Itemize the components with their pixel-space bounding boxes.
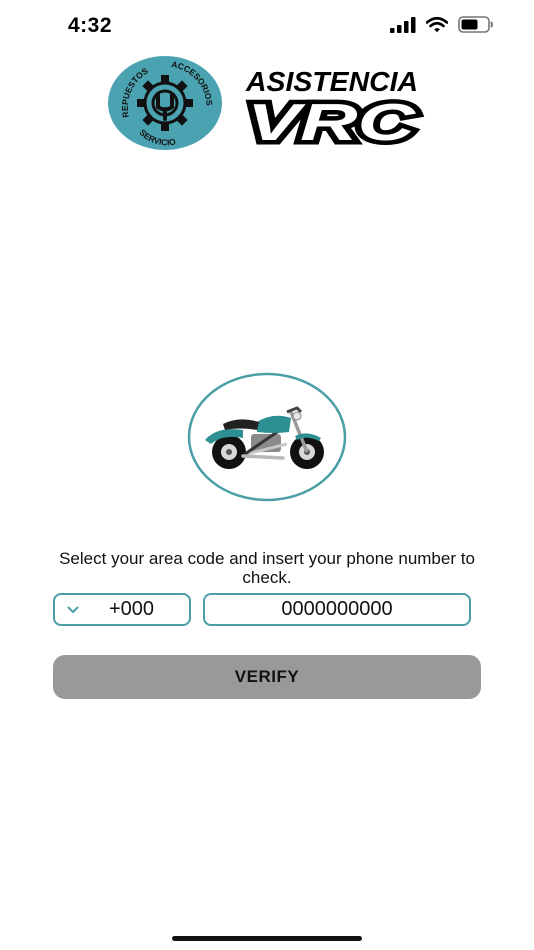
brand-badge-logo: REPUESTOS ACCESORIOS SERVICIO (108, 56, 222, 150)
phone-check-prompt: Select your area code and insert your ph… (59, 549, 475, 587)
motorcycle-hero (187, 372, 347, 502)
battery-icon (458, 16, 493, 33)
chevron-down-icon (55, 606, 91, 614)
status-icons (390, 16, 494, 33)
area-code-value: +000 (109, 598, 155, 620)
status-time: 4:32 (68, 14, 113, 37)
wordmark-top: ASISTENCIA (245, 66, 418, 97)
asistencia-vrc-wordmark: ASISTENCIA VRC (243, 66, 422, 148)
home-indicator (172, 936, 362, 941)
logo-header: REPUESTOS ACCESORIOS SERVICIO ASISTENCIA… (0, 52, 534, 152)
cellular-signal-icon (390, 16, 416, 33)
wordmark-bottom: VRC (247, 94, 417, 148)
wifi-icon (426, 16, 448, 32)
area-code-dropdown[interactable]: +000 (53, 593, 191, 626)
status-bar: 4:32 (0, 0, 534, 52)
phone-number-input[interactable] (203, 593, 471, 626)
verify-button[interactable]: VERIFY (53, 655, 481, 699)
